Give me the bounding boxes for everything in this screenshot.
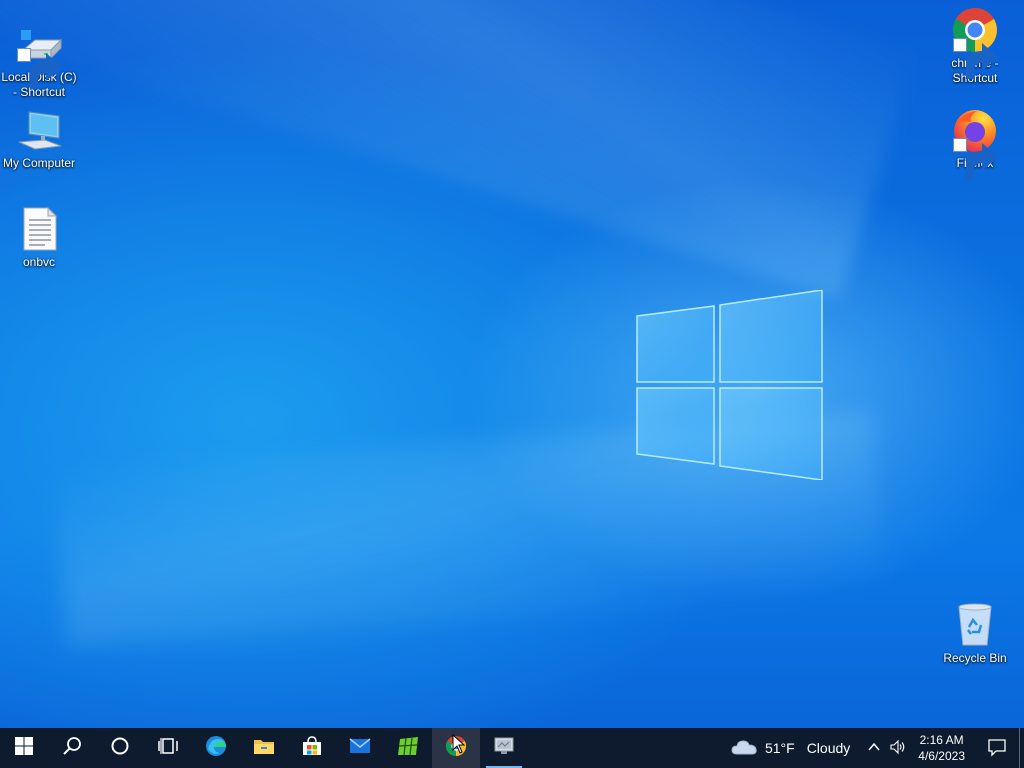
search-button[interactable] (48, 728, 96, 768)
show-hidden-icons-button[interactable] (862, 728, 886, 768)
desktop-icon-chrome[interactable]: chrome - Shortcut (935, 6, 1015, 86)
mouse-cursor-icon (452, 733, 466, 754)
notification-icon (987, 737, 1007, 760)
clock-time: 2:16 AM (919, 733, 964, 747)
green-app-icon (397, 735, 419, 762)
shortcut-arrow-icon (953, 38, 998, 79)
system-tray: 51°F Cloudy 2:16 AM 4/6/2023 (731, 728, 1024, 768)
desktop-icon-firefox[interactable]: Firefox (935, 106, 1015, 179)
computer-icon (15, 106, 63, 154)
icon-label-line1: onbvc (22, 255, 56, 269)
edge-button[interactable] (192, 728, 240, 768)
file-explorer-button[interactable] (240, 728, 288, 768)
mail-icon (349, 735, 371, 762)
show-desktop-button[interactable] (1019, 728, 1024, 768)
desktop-icon-my-computer[interactable]: My Computer (0, 106, 79, 171)
folder-icon (253, 735, 275, 762)
weather-description: Cloudy (806, 740, 851, 756)
task-view-icon (157, 735, 179, 762)
search-icon (61, 735, 83, 762)
weather-temperature: 51°F (764, 740, 795, 756)
icon-label-line1: My Computer (2, 156, 76, 170)
edge-icon (205, 735, 227, 762)
speaker-icon (890, 739, 906, 758)
desktop-icon-onbvc[interactable]: onbvc (0, 205, 79, 270)
firefox-icon (951, 106, 999, 179)
cortana-button[interactable] (96, 728, 144, 768)
windows-start-icon (13, 735, 35, 762)
volume-button[interactable] (886, 728, 910, 768)
clock-date: 4/6/2023 (918, 749, 965, 763)
recycle-bin-icon (951, 601, 999, 649)
cloud-icon (731, 737, 759, 760)
action-center-button[interactable] (975, 728, 1019, 768)
chevron-up-icon (866, 739, 882, 758)
taskbar: 51°F Cloudy 2:16 AM 4/6/2023 (0, 728, 1024, 768)
chrome-icon (951, 6, 999, 79)
mail-button[interactable] (336, 728, 384, 768)
icon-label-line1: Recycle Bin (943, 651, 1007, 665)
store-button[interactable] (288, 728, 336, 768)
task-view-button[interactable] (144, 728, 192, 768)
desktop-icon-local-disk[interactable]: Local Disk (C) - Shortcut (0, 20, 79, 100)
monitor-app-button[interactable] (480, 728, 528, 768)
text-file-icon (15, 205, 63, 253)
monitor-app-icon (493, 735, 515, 762)
light-beam-upper (0, 0, 917, 300)
cortana-icon (109, 735, 131, 762)
desktop-icon-recycle-bin[interactable]: Recycle Bin (935, 601, 1015, 666)
windows-logo-wallpaper (636, 289, 824, 481)
green-app-button[interactable] (384, 728, 432, 768)
shortcut-arrow-icon (17, 48, 62, 89)
start-button[interactable] (0, 728, 48, 768)
weather-widget[interactable]: 51°F Cloudy (731, 737, 850, 760)
shortcut-arrow-icon (953, 138, 998, 179)
store-icon (301, 735, 323, 762)
clock[interactable]: 2:16 AM 4/6/2023 (918, 732, 965, 764)
drive-icon (15, 20, 63, 89)
